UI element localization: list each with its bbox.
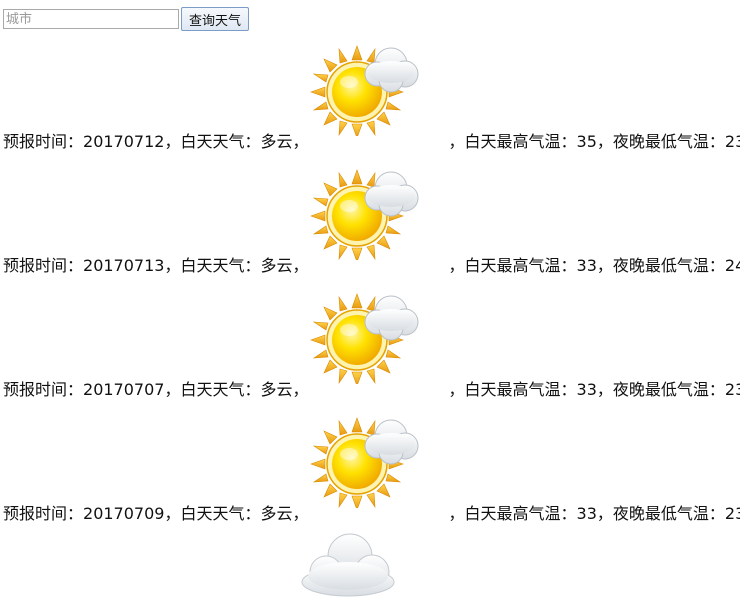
- forecast-item: 预报时间：20170712，白天天气：多云， ，白天最高气温：35，夜晚最低气温：…: [3, 40, 740, 164]
- date-prefix: 预报时间：: [3, 380, 84, 399]
- min-temp: 23: [724, 132, 740, 151]
- day-weather-prefix: ，白天天气：: [164, 504, 261, 523]
- sun-cloud-icon: [309, 40, 421, 136]
- max-temp: 33: [576, 504, 597, 523]
- day-weather-prefix: ，白天天气：: [164, 256, 261, 275]
- max-temp-prefix: ，白天最高气温：: [448, 380, 577, 399]
- min-temp: 24: [724, 256, 740, 275]
- day-weather: 多云: [260, 380, 293, 399]
- forecast-date: 20170712: [83, 132, 165, 151]
- separator: ，: [292, 504, 309, 523]
- max-temp: 33: [576, 380, 597, 399]
- forecast-line: 预报时间：20170713，白天天气：多云， ，白天最高气温：33，夜晚最低气温：…: [3, 255, 740, 277]
- sun-cloud-icon: [309, 412, 421, 508]
- max-temp-prefix: ，白天最高气温：: [448, 132, 577, 151]
- forecast-item: 预报时间：20170713，白天天气：多云， ，白天最高气温：33，夜晚最低气温：…: [3, 164, 740, 288]
- max-temp-prefix: ，白天最高气温：: [448, 256, 577, 275]
- forecast-item: 预报时间：20170707，白天天气：多云， ，白天最高气温：33，夜晚最低气温：…: [3, 288, 740, 412]
- forecast-date: 20170707: [83, 380, 165, 399]
- min-temp-prefix: ，夜晚最低气温：: [596, 256, 725, 275]
- max-temp-prefix: ，白天最高气温：: [448, 504, 577, 523]
- forecast-line: 预报时间：20170707，白天天气：多云， ，白天最高气温：33，夜晚最低气温：…: [3, 379, 740, 401]
- forecast-line: 预报时间：20170709，白天天气：多云， ，白天最高气温：33，夜晚最低气温：…: [3, 503, 740, 525]
- max-temp: 33: [576, 256, 597, 275]
- forecast-item: 预报时间：20170709，白天天气：多云， ，白天最高气温：33，夜晚最低气温：…: [3, 412, 740, 536]
- cloud-icon: [292, 530, 404, 602]
- day-weather: 多云: [260, 256, 293, 275]
- day-weather-prefix: ，白天天气：: [164, 380, 261, 399]
- forecast-date: 20170713: [83, 256, 165, 275]
- forecast-line: 预报时间：20170712，白天天气：多云， ，白天最高气温：35，夜晚最低气温：…: [3, 131, 740, 153]
- date-prefix: 预报时间：: [3, 256, 84, 275]
- min-temp: 23: [724, 380, 740, 399]
- query-weather-button[interactable]: 查询天气: [181, 7, 249, 31]
- day-weather-prefix: ，白天天气：: [164, 132, 261, 151]
- forecast-date: 20170709: [83, 504, 165, 523]
- date-prefix: 预报时间：: [3, 132, 84, 151]
- date-prefix: 预报时间：: [3, 504, 84, 523]
- day-weather: 多云: [260, 132, 293, 151]
- min-temp-prefix: ，夜晚最低气温：: [596, 380, 725, 399]
- separator: ，: [292, 380, 309, 399]
- max-temp: 35: [576, 132, 597, 151]
- sun-cloud-icon: [309, 288, 421, 384]
- min-temp-prefix: ，夜晚最低气温：: [596, 132, 725, 151]
- sun-cloud-icon: [309, 164, 421, 260]
- min-temp-prefix: ，夜晚最低气温：: [596, 504, 725, 523]
- day-weather: 多云: [260, 504, 293, 523]
- city-input[interactable]: [3, 9, 179, 29]
- min-temp: 23: [724, 504, 740, 523]
- separator: ，: [292, 256, 309, 275]
- separator: ，: [292, 132, 309, 151]
